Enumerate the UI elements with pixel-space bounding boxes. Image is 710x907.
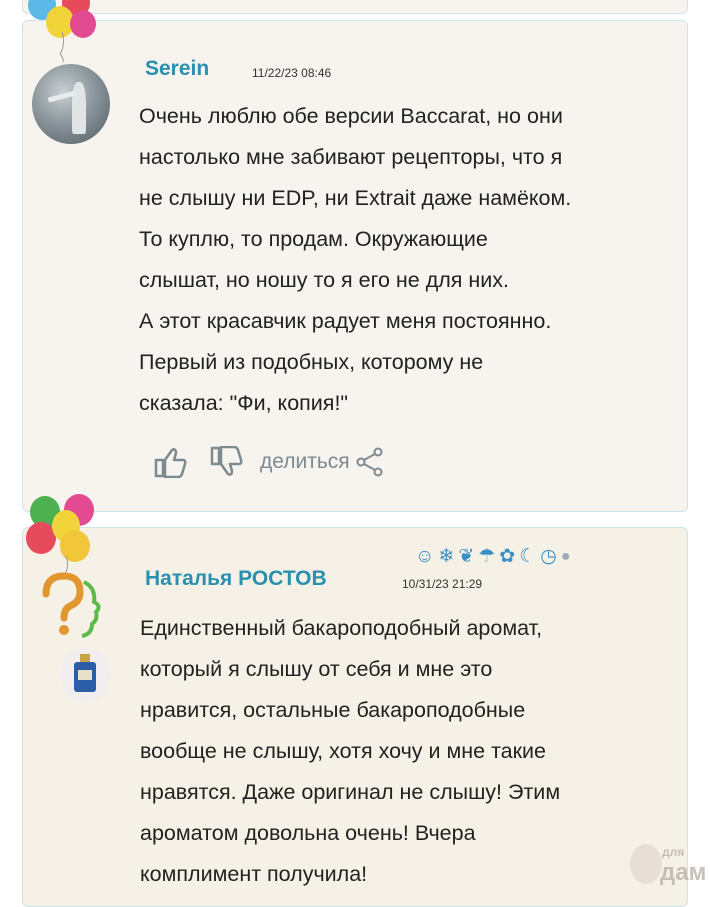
thumbs-down-icon[interactable] — [210, 446, 244, 478]
svg-text:дам: дам — [660, 859, 706, 886]
username[interactable]: Наталья РОСТОВ — [145, 567, 327, 591]
balloons-decoration — [26, 494, 106, 576]
clock-icon: ◷ — [540, 546, 557, 567]
comment-text: Единственный бакароподобный аромат, кото… — [140, 616, 561, 886]
perfume-bottle-avatar — [60, 648, 110, 703]
username[interactable]: Serein — [145, 57, 209, 81]
site-logo: для дам — [626, 836, 706, 886]
svg-text:для: для — [662, 845, 684, 859]
avatar[interactable] — [32, 64, 110, 144]
umbrella-icon: ☂ — [478, 546, 496, 567]
share-button[interactable]: делиться — [260, 447, 384, 477]
avatar[interactable] — [36, 572, 106, 644]
snowflake-icon: ❄ — [438, 546, 455, 567]
smile-icon: ☺ — [415, 546, 435, 567]
comment-text: Очень люблю обе версии Baccarat, но они … — [139, 104, 572, 415]
thumbs-up-icon[interactable] — [154, 446, 188, 478]
previous-comment-card — [22, 0, 688, 14]
moon-icon: ☾ — [519, 546, 537, 567]
comment-date: 11/22/23 08:46 — [252, 66, 332, 80]
comment-date: 10/31/23 21:29 — [402, 577, 483, 591]
maple-leaf-icon: ✿ — [499, 546, 516, 567]
status-icons: ☺ ❄ ❦ ☂ ✿ ☾ ◷ ● — [415, 546, 571, 568]
share-icon — [356, 447, 384, 477]
stone-icon: ● — [560, 548, 571, 565]
leaf-icon: ❦ — [458, 546, 475, 567]
balloons-decoration — [24, 0, 104, 62]
share-label: делиться — [260, 450, 350, 473]
